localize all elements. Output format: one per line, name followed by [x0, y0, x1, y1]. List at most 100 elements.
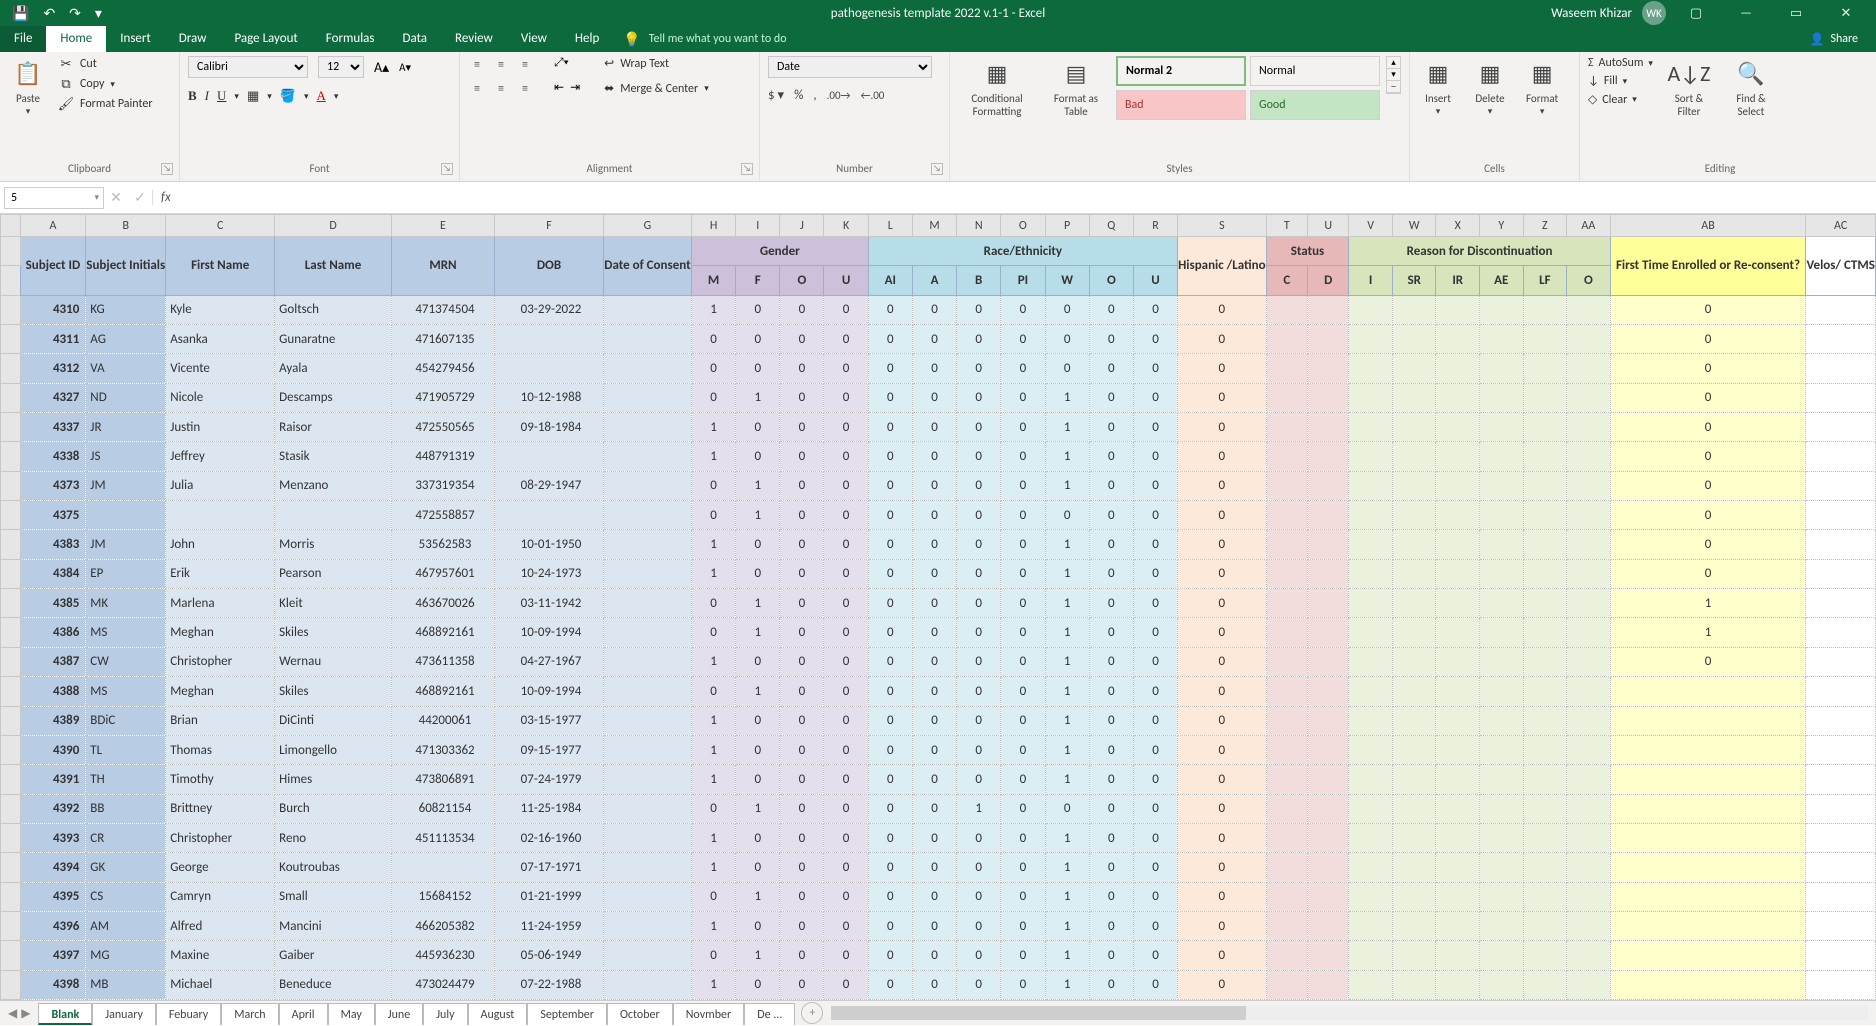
cell[interactable]: 0 — [1001, 677, 1045, 706]
cell[interactable]: 0 — [957, 853, 1001, 882]
cell[interactable]: KG — [86, 295, 166, 324]
cell[interactable]: Beneduce — [275, 970, 392, 999]
cell[interactable]: 0 — [824, 530, 868, 559]
cut-button[interactable]: ✂Cut — [58, 56, 153, 72]
cell[interactable]: Justin — [166, 413, 275, 442]
cell[interactable] — [1266, 618, 1307, 647]
cell[interactable]: Burch — [275, 794, 392, 823]
cell[interactable]: Menzano — [275, 471, 392, 500]
cell[interactable] — [1436, 383, 1480, 412]
format-painter-button[interactable]: 🖌Format Painter — [58, 96, 153, 112]
cell[interactable] — [1610, 853, 1806, 882]
cell[interactable]: 0 — [780, 559, 824, 588]
cell[interactable]: 1 — [1045, 442, 1089, 471]
cell[interactable]: 0 — [824, 442, 868, 471]
cell[interactable] — [1523, 530, 1567, 559]
cell[interactable] — [1479, 618, 1523, 647]
cell[interactable]: 0 — [1610, 559, 1806, 588]
cell[interactable]: 0 — [1610, 354, 1806, 383]
cell[interactable]: 10-09-1994 — [495, 677, 604, 706]
cell[interactable]: 1 — [691, 853, 735, 882]
cell[interactable] — [1567, 941, 1611, 970]
cell[interactable]: 01-21-1999 — [495, 882, 604, 911]
cell[interactable]: 0 — [1178, 442, 1266, 471]
cell[interactable]: 0 — [1089, 911, 1133, 940]
cell[interactable]: 0 — [1001, 618, 1045, 647]
cell[interactable]: 0 — [780, 794, 824, 823]
cell[interactable]: 0 — [1178, 794, 1266, 823]
cell[interactable] — [1567, 589, 1611, 618]
column-header[interactable]: J — [780, 215, 824, 237]
accounting-format-button[interactable]: $ ▾ — [768, 88, 784, 103]
cell[interactable] — [603, 706, 691, 735]
cell[interactable]: 451113534 — [391, 823, 494, 852]
cell[interactable] — [1436, 970, 1480, 999]
cell[interactable] — [1392, 882, 1436, 911]
cell[interactable]: 0 — [868, 471, 912, 500]
cell[interactable] — [1308, 677, 1349, 706]
cell[interactable] — [1266, 442, 1307, 471]
column-header[interactable]: W — [1392, 215, 1436, 237]
cell[interactable]: AM — [86, 911, 166, 940]
cell[interactable]: 4311 — [20, 325, 86, 354]
cell[interactable]: 0 — [1610, 501, 1806, 530]
cell[interactable]: CS — [86, 882, 166, 911]
cell[interactable] — [1308, 706, 1349, 735]
cell[interactable] — [1479, 471, 1523, 500]
cell[interactable] — [1392, 530, 1436, 559]
cell[interactable] — [1266, 471, 1307, 500]
cell[interactable] — [1266, 383, 1307, 412]
cell[interactable]: 0 — [912, 471, 956, 500]
cell[interactable] — [1, 530, 21, 559]
cell[interactable]: 11-24-1959 — [495, 911, 604, 940]
cell[interactable] — [1, 471, 21, 500]
cell[interactable]: 1 — [691, 911, 735, 940]
cell[interactable] — [603, 589, 691, 618]
column-header[interactable]: Y — [1479, 215, 1523, 237]
cell[interactable] — [1308, 970, 1349, 999]
align-right-icon[interactable]: ≡ — [516, 80, 534, 98]
cell[interactable]: 0 — [780, 677, 824, 706]
cell[interactable]: 0 — [824, 677, 868, 706]
cell[interactable]: 4393 — [20, 823, 86, 852]
cell[interactable] — [1308, 589, 1349, 618]
enter-icon[interactable]: ✓ — [128, 189, 152, 206]
cell[interactable]: 0 — [912, 941, 956, 970]
column-header[interactable]: M — [912, 215, 956, 237]
cell[interactable]: 0 — [780, 442, 824, 471]
cell[interactable]: 0 — [868, 618, 912, 647]
cell[interactable] — [603, 471, 691, 500]
cell[interactable] — [1806, 618, 1876, 647]
cell[interactable]: DiCinti — [275, 706, 392, 735]
cell[interactable]: 0 — [1133, 794, 1177, 823]
sub-header-rfd[interactable]: O — [1567, 266, 1611, 295]
cell[interactable]: 0 — [868, 941, 912, 970]
cell[interactable]: 09-15-1977 — [495, 735, 604, 764]
cell[interactable]: 0 — [1133, 354, 1177, 383]
cell[interactable]: 1 — [1045, 853, 1089, 882]
cell[interactable]: 0 — [1133, 970, 1177, 999]
cell[interactable] — [1567, 882, 1611, 911]
column-header[interactable]: D — [275, 215, 392, 237]
cell[interactable] — [1567, 559, 1611, 588]
cell[interactable]: 4310 — [20, 295, 86, 324]
cell[interactable] — [1567, 618, 1611, 647]
cell[interactable]: 0 — [1133, 618, 1177, 647]
cell[interactable]: 0 — [736, 911, 780, 940]
cell[interactable]: 1 — [736, 618, 780, 647]
cell[interactable]: Descamps — [275, 383, 392, 412]
cell[interactable]: 0 — [1001, 647, 1045, 676]
cell[interactable] — [1392, 589, 1436, 618]
sub-header-race[interactable]: PI — [1001, 266, 1045, 295]
sub-header-gender[interactable]: O — [780, 266, 824, 295]
cell[interactable] — [1806, 941, 1876, 970]
cell[interactable]: 07-22-1988 — [495, 970, 604, 999]
column-header[interactable]: V — [1349, 215, 1392, 237]
cell[interactable]: 0 — [912, 354, 956, 383]
cell[interactable]: 0 — [1133, 882, 1177, 911]
cell[interactable]: 0 — [912, 559, 956, 588]
cell[interactable] — [1266, 354, 1307, 383]
cell[interactable] — [1308, 530, 1349, 559]
gallery-scroll[interactable]: ▴▾⎯ — [1386, 56, 1401, 94]
cell[interactable] — [1392, 325, 1436, 354]
